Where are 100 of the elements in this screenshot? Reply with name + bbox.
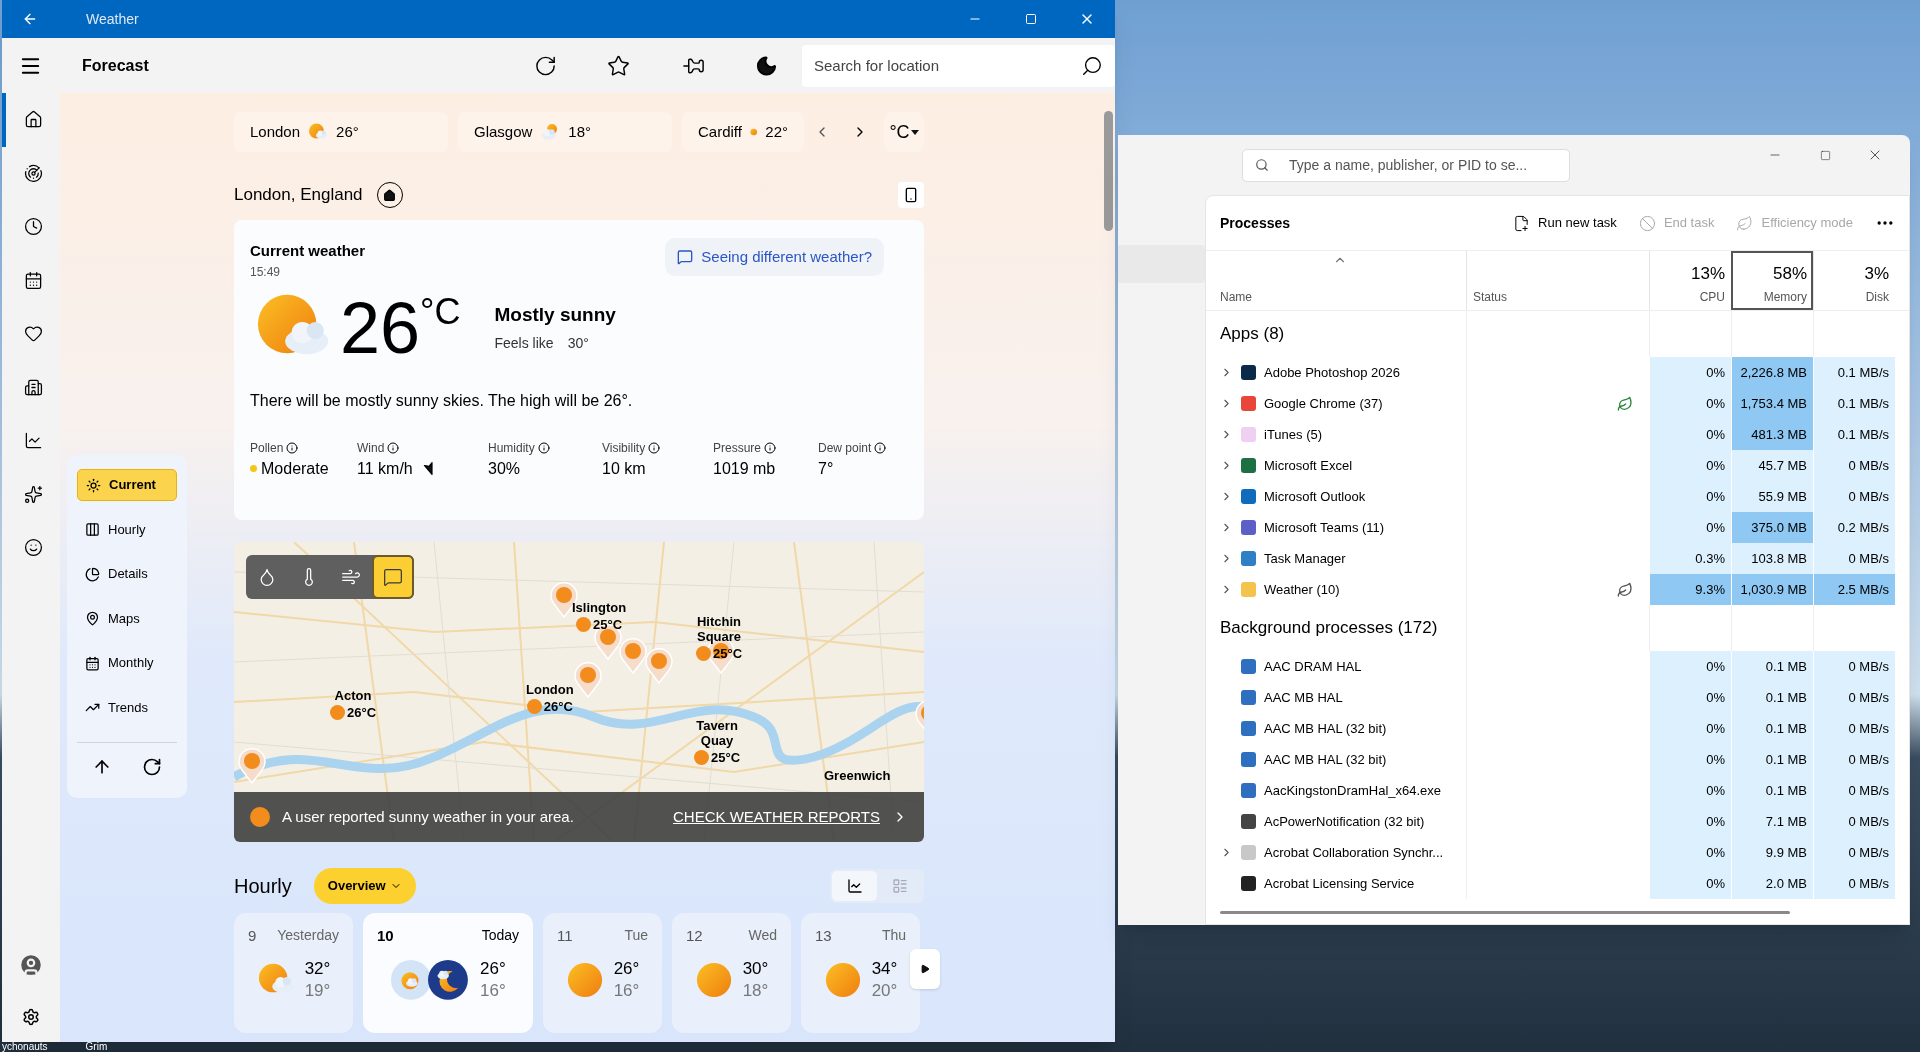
process-row[interactable]: Weather (10) 9.3% 1,030.9 MB 2.5 MB/s	[1206, 574, 1909, 605]
process-row[interactable]: Microsoft Outlook 0% 55.9 MB 0 MB/s	[1206, 481, 1909, 512]
play-icon	[920, 964, 930, 974]
day-date: 9	[248, 926, 257, 946]
city-temperature: 22°	[765, 121, 788, 142]
next-button[interactable]	[910, 949, 940, 989]
section-tab[interactable]: Trends	[77, 691, 177, 724]
forecast-summary: There will be mostly sunny skies. The high will be 26°.	[250, 390, 634, 411]
heart-icon	[23, 324, 43, 344]
process-row[interactable]: Microsoft Excel 0% 45.7 MB 0 MB/s	[1206, 450, 1909, 481]
column-header[interactable]: 3% Disk	[1813, 251, 1895, 310]
day-label: Yesterday	[277, 926, 339, 945]
chat-bubble-layer-button[interactable]	[372, 555, 414, 599]
city-name: Glasgow	[474, 121, 533, 142]
check-reports-link[interactable]: CHECK WEATHER REPORTS	[673, 805, 880, 829]
desktop-icon-label[interactable]: Grim	[85, 1041, 108, 1052]
column-name: Disk	[1865, 289, 1889, 306]
condition-text: Mostly sunny	[494, 302, 616, 327]
cpu-cell: 0%	[1649, 682, 1731, 713]
day-card[interactable]: 10 Today 26° 16°	[363, 913, 533, 1033]
account-icon[interactable]	[18, 952, 44, 978]
process-name: AacKingstonDramHal_x64.exe	[1264, 781, 1442, 800]
column-header[interactable]: Status	[1466, 251, 1649, 310]
process-row[interactable]: AAC MB HAL (32 bit) 0% 0.1 MB 0 MB/s	[1206, 713, 1909, 744]
place-name: Greenwich	[824, 768, 891, 783]
app-icon	[1241, 721, 1256, 736]
location-name: London, England	[234, 184, 363, 207]
info-icon[interactable]	[286, 441, 299, 454]
process-name: Microsoft Excel	[1264, 456, 1353, 475]
disk-cell: 0.1 MB/s	[1813, 357, 1895, 388]
back-arrow-icon[interactable]	[22, 11, 38, 27]
section-tab[interactable]: Details	[77, 558, 177, 590]
disk-cell: 0 MB/s	[1813, 450, 1895, 481]
section-tab[interactable]: Monthly	[77, 647, 177, 679]
info-icon[interactable]	[537, 441, 550, 454]
process-row[interactable]: AAC DRAM HAL 0% 0.1 MB 0 MB/s	[1206, 651, 1909, 682]
current-temperature: 26	[340, 291, 421, 364]
disk-cell: 0 MB/s	[1813, 543, 1895, 574]
feels-like-value: 30°	[567, 334, 589, 354]
unit-dropdown[interactable]: °C	[884, 112, 924, 152]
process-row[interactable]: Acrobat Licensing Service 0% 2.0 MB 0 MB/s	[1206, 868, 1909, 899]
day-card[interactable]: 12 Wed 30° 18°	[672, 913, 791, 1033]
file-plus-action-button[interactable]: Run new task	[1513, 213, 1617, 233]
column-header[interactable]: 58% Memory	[1731, 251, 1813, 310]
column-name: Name	[1220, 289, 1253, 306]
process-row[interactable]: AcPowerNotification (32 bit) 0% 7.1 MB 0 MB/s	[1206, 806, 1909, 837]
overview-dropdown[interactable]: Overview	[313, 868, 416, 904]
memory-cell: 7.1 MB	[1731, 806, 1813, 837]
info-icon[interactable]	[648, 441, 661, 454]
process-row[interactable]: Google Chrome (37) 0% 1,753.4 MB 0.1 MB/s	[1206, 388, 1909, 419]
star-icon[interactable]	[606, 53, 630, 78]
info-icon[interactable]	[764, 441, 777, 454]
info-icon[interactable]	[874, 441, 887, 454]
day-card[interactable]: 13 Thu 34° 20°	[801, 913, 920, 1033]
info-icon[interactable]	[387, 441, 400, 454]
disk-cell: 0.2 MB/s	[1813, 512, 1895, 543]
favorite-city-card[interactable]: Cardiff 22°	[682, 112, 804, 152]
column-header[interactable]: 13% CPU	[1649, 251, 1731, 310]
day-night-icon	[390, 957, 471, 1002]
detail-value: 1019 mb	[713, 458, 776, 479]
sun-icon	[565, 960, 604, 999]
app-icon	[1241, 551, 1256, 566]
process-row[interactable]: Acrobat Collaboration Synchr... 0% 9.9 MB 0 MB/s	[1206, 837, 1909, 868]
process-row[interactable]: AAC MB HAL (32 bit) 0% 0.1 MB 0 MB/s	[1206, 744, 1909, 775]
settings-icon[interactable]	[22, 1008, 40, 1026]
day-date: 10	[377, 926, 394, 946]
section-tab[interactable]: Hourly	[77, 513, 177, 546]
process-row[interactable]: iTunes (5) 0% 481.3 MB 0.1 MB/s	[1206, 419, 1909, 450]
high-temperature: 30°	[742, 957, 769, 980]
memory-cell: 481.3 MB	[1731, 419, 1813, 450]
favorite-city-card[interactable]: London 26°	[234, 112, 448, 152]
process-name: iTunes (5)	[1264, 425, 1323, 444]
moon-icon[interactable]	[754, 53, 778, 78]
memory-cell: 0.1 MB	[1731, 682, 1813, 713]
process-row[interactable]: Microsoft Teams (11) 0% 375.0 MB 0.2 MB/s	[1206, 512, 1909, 543]
section-tab[interactable]: Maps	[77, 602, 177, 635]
day-card[interactable]: 11 Tue 26° 16°	[543, 913, 662, 1033]
column-header[interactable]: Name	[1206, 251, 1466, 310]
feedback-button[interactable]: Seeing different weather?	[665, 238, 884, 276]
search-field[interactable]: Search for location	[801, 44, 1115, 87]
process-row[interactable]: AAC MB HAL 0% 0.1 MB 0 MB/s	[1206, 682, 1909, 713]
cpu-cell: 0%	[1649, 450, 1731, 481]
desktop-icon-label[interactable]: ychonauts	[2, 1041, 48, 1052]
process-row[interactable]: AacKingstonDramHal_x64.exe 0% 0.1 MB 0 MB/s	[1206, 775, 1909, 806]
favorite-city-card[interactable]: Glasgow 18°	[458, 112, 672, 152]
reload-icon[interactable]	[142, 757, 162, 777]
leaf-icon	[1617, 581, 1633, 598]
search-field[interactable]: Type a name, publisher, or PID to se...	[1242, 148, 1570, 182]
disk-cell: 0.1 MB/s	[1813, 388, 1895, 419]
section-tab[interactable]: Current	[77, 469, 177, 501]
phone-icon[interactable]	[898, 182, 924, 208]
search-icon[interactable]	[1081, 54, 1103, 77]
cpu-cell: 0%	[1649, 744, 1731, 775]
process-name: AAC DRAM HAL	[1264, 657, 1362, 676]
process-row[interactable]: Task Manager 0.3% 103.8 MB 0 MB/s	[1206, 543, 1909, 574]
process-row[interactable]: Adobe Photoshop 2026 0% 2,226.8 MB 0.1 MB/s	[1206, 357, 1909, 388]
day-card[interactable]: 9 Yesterday 32° 19°	[234, 913, 353, 1033]
chart-icon	[846, 878, 863, 894]
disk-cell: 0 MB/s	[1813, 806, 1895, 837]
chart-view-button[interactable]	[832, 871, 877, 901]
